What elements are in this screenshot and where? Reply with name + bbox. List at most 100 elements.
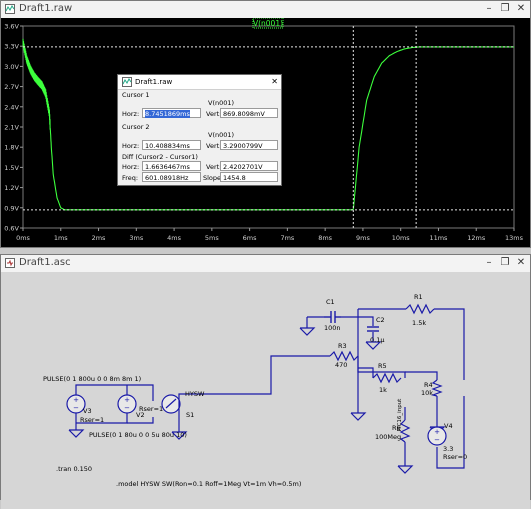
wires	[75, 308, 465, 469]
x-tick-label: 11ms	[429, 234, 448, 242]
cursor1-heading: Cursor 1	[122, 91, 150, 99]
v4-value[interactable]: 3.3	[443, 445, 453, 453]
schematic-icon	[5, 258, 15, 268]
y-tick-label: 0.6V	[4, 225, 19, 233]
tran-directive[interactable]: .tran 0.150	[56, 465, 92, 473]
schematic-canvas[interactable]: + − + − + − PULSE(0 1 800u 0 0 8m 8m 1) …	[1, 272, 530, 509]
freq-label: Freq:	[122, 174, 139, 182]
x-tick-label: 9ms	[356, 234, 370, 242]
cursor-dialog[interactable]: Draft1.raw ✕ Cursor 1 V(n001) Horz: 8.74…	[117, 74, 282, 186]
diff-horz-label: Horz:	[122, 163, 140, 171]
svg-text:−: −	[124, 404, 130, 412]
c2-value[interactable]: 0.1µ	[370, 336, 384, 344]
slope-field[interactable]: 1454.8	[220, 172, 278, 182]
resistor-r5[interactable]	[372, 372, 402, 384]
waveform-window-title: Draft1.raw	[19, 3, 73, 14]
cursor1-vert-field[interactable]: 869.8098mV	[220, 108, 278, 118]
r5-value[interactable]: 1k	[379, 386, 387, 394]
resistor-r1[interactable]	[405, 303, 435, 315]
x-tick-label: 7ms	[280, 234, 294, 242]
y-tick-label: 1.5V	[4, 164, 19, 172]
s1-name[interactable]: S1	[186, 411, 194, 419]
cursor-dialog-titlebar[interactable]: Draft1.raw ✕	[118, 75, 281, 90]
waveform-icon	[122, 77, 132, 87]
x-tick-label: 8ms	[318, 234, 332, 242]
trace-label[interactable]: V(n001)	[253, 19, 283, 28]
cursor2-vert-field[interactable]: 3.2900799V	[220, 140, 278, 150]
voltage-source-v2[interactable]: + −	[117, 394, 137, 414]
r5-name[interactable]: R5	[378, 362, 387, 370]
capacitor-c1[interactable]	[324, 311, 341, 323]
pulse1-label[interactable]: PULSE(0 1 800u 0 0 8m 8m 1)	[43, 375, 141, 383]
minimize-button[interactable]: –	[482, 256, 496, 270]
y-tick-label: 3.0V	[4, 63, 19, 71]
v4-param[interactable]: Rser=0	[443, 453, 467, 461]
v3-param[interactable]: Rser=1	[80, 416, 104, 424]
svg-text:+: +	[73, 396, 79, 404]
r4-name[interactable]: R4	[424, 381, 433, 389]
diff-horz-field[interactable]: 1.6636467ms	[142, 161, 201, 171]
schematic-drawing[interactable]: + − + − + − PULSE(0 1 800u 0 0 8m 8m 1) …	[1, 272, 530, 501]
y-tick-label: 0.9V	[4, 204, 19, 212]
y-tick-label: 1.8V	[4, 144, 19, 152]
schematic-window[interactable]: Draft1.asc – ❐ ✕ + − + − + − PULSE(0 1 8…	[0, 254, 531, 509]
v3-name[interactable]: V3	[83, 407, 92, 415]
close-button[interactable]: ✕	[514, 2, 528, 16]
cursor2-trace: V(n001)	[208, 131, 235, 139]
r1-name[interactable]: R1	[414, 293, 423, 301]
cursor1-trace: V(n001)	[208, 99, 235, 107]
maximize-button[interactable]: ❐	[498, 2, 512, 16]
diff-heading: Diff (Cursor2 - Cursor1)	[122, 153, 198, 161]
s1-model[interactable]: HYSW	[185, 390, 205, 398]
resistor-r4[interactable]	[430, 379, 443, 397]
voltage-switch-s1[interactable]	[161, 394, 181, 414]
close-icon[interactable]: ✕	[271, 77, 278, 86]
cursor2-heading: Cursor 2	[122, 123, 150, 131]
cursor1-horz-field[interactable]: 8.7451869ms	[142, 108, 201, 118]
r3-value[interactable]: 470	[335, 361, 347, 369]
svg-text:−: −	[73, 404, 79, 412]
svg-text:+: +	[434, 428, 440, 436]
schematic-window-title: Draft1.asc	[19, 257, 71, 268]
y-tick-label: 2.1V	[4, 124, 19, 132]
r6-value[interactable]: 100Meg	[375, 433, 401, 441]
diff-vert-field[interactable]: 2.4202701V	[220, 161, 278, 171]
y-tick-label: 3.3V	[4, 43, 19, 51]
c1-name[interactable]: C1	[326, 298, 335, 306]
x-tick-label: 0ms	[16, 234, 30, 242]
r6-net-label[interactable]: PIC16_input	[397, 398, 403, 432]
x-tick-label: 10ms	[392, 234, 411, 242]
x-tick-label: 2ms	[92, 234, 106, 242]
y-tick-label: 2.7V	[4, 83, 19, 91]
y-tick-label: 1.2V	[4, 184, 19, 192]
cursor-dialog-title: Draft1.raw	[135, 78, 173, 86]
v2-name[interactable]: V2	[136, 411, 145, 419]
c1-value[interactable]: 100n	[324, 324, 341, 332]
maximize-button[interactable]: ❐	[498, 256, 512, 270]
waveform-titlebar[interactable]: Draft1.raw – ❐ ✕	[1, 1, 530, 19]
waveform-icon	[5, 4, 15, 14]
minimize-button[interactable]: –	[482, 2, 496, 16]
x-tick-label: 12ms	[467, 234, 486, 242]
x-tick-label: 4ms	[167, 234, 181, 242]
schematic-titlebar[interactable]: Draft1.asc – ❐ ✕	[1, 255, 530, 273]
resistor-r3[interactable]	[329, 350, 359, 362]
r1-value[interactable]: 1.5k	[412, 319, 426, 327]
x-tick-label: 3ms	[129, 234, 143, 242]
c2-name[interactable]: C2	[376, 316, 385, 324]
close-button[interactable]: ✕	[514, 256, 528, 270]
pulse2-label[interactable]: PULSE(0 1 80u 0 0 5u 80u 10)	[89, 431, 187, 439]
r4-value[interactable]: 10k	[421, 389, 433, 397]
model-directive[interactable]: .model HYSW SW(Ron=0.1 Roff=1Meg Vt=1m V…	[116, 480, 301, 488]
v4-name[interactable]: V4	[444, 422, 453, 430]
x-tick-label: 5ms	[205, 234, 219, 242]
svg-text:−: −	[434, 436, 440, 444]
freq-field[interactable]: 601.08918Hz	[142, 172, 201, 182]
x-tick-label: 1ms	[54, 234, 68, 242]
cursor2-horz-label: Horz:	[122, 142, 140, 150]
x-tick-label: 13ms	[505, 234, 524, 242]
r3-name[interactable]: R3	[338, 342, 347, 350]
capacitor-c2[interactable]	[367, 326, 379, 332]
cursor1-horz-label: Horz:	[122, 110, 140, 118]
cursor2-horz-field[interactable]: 10.408834ms	[142, 140, 201, 150]
